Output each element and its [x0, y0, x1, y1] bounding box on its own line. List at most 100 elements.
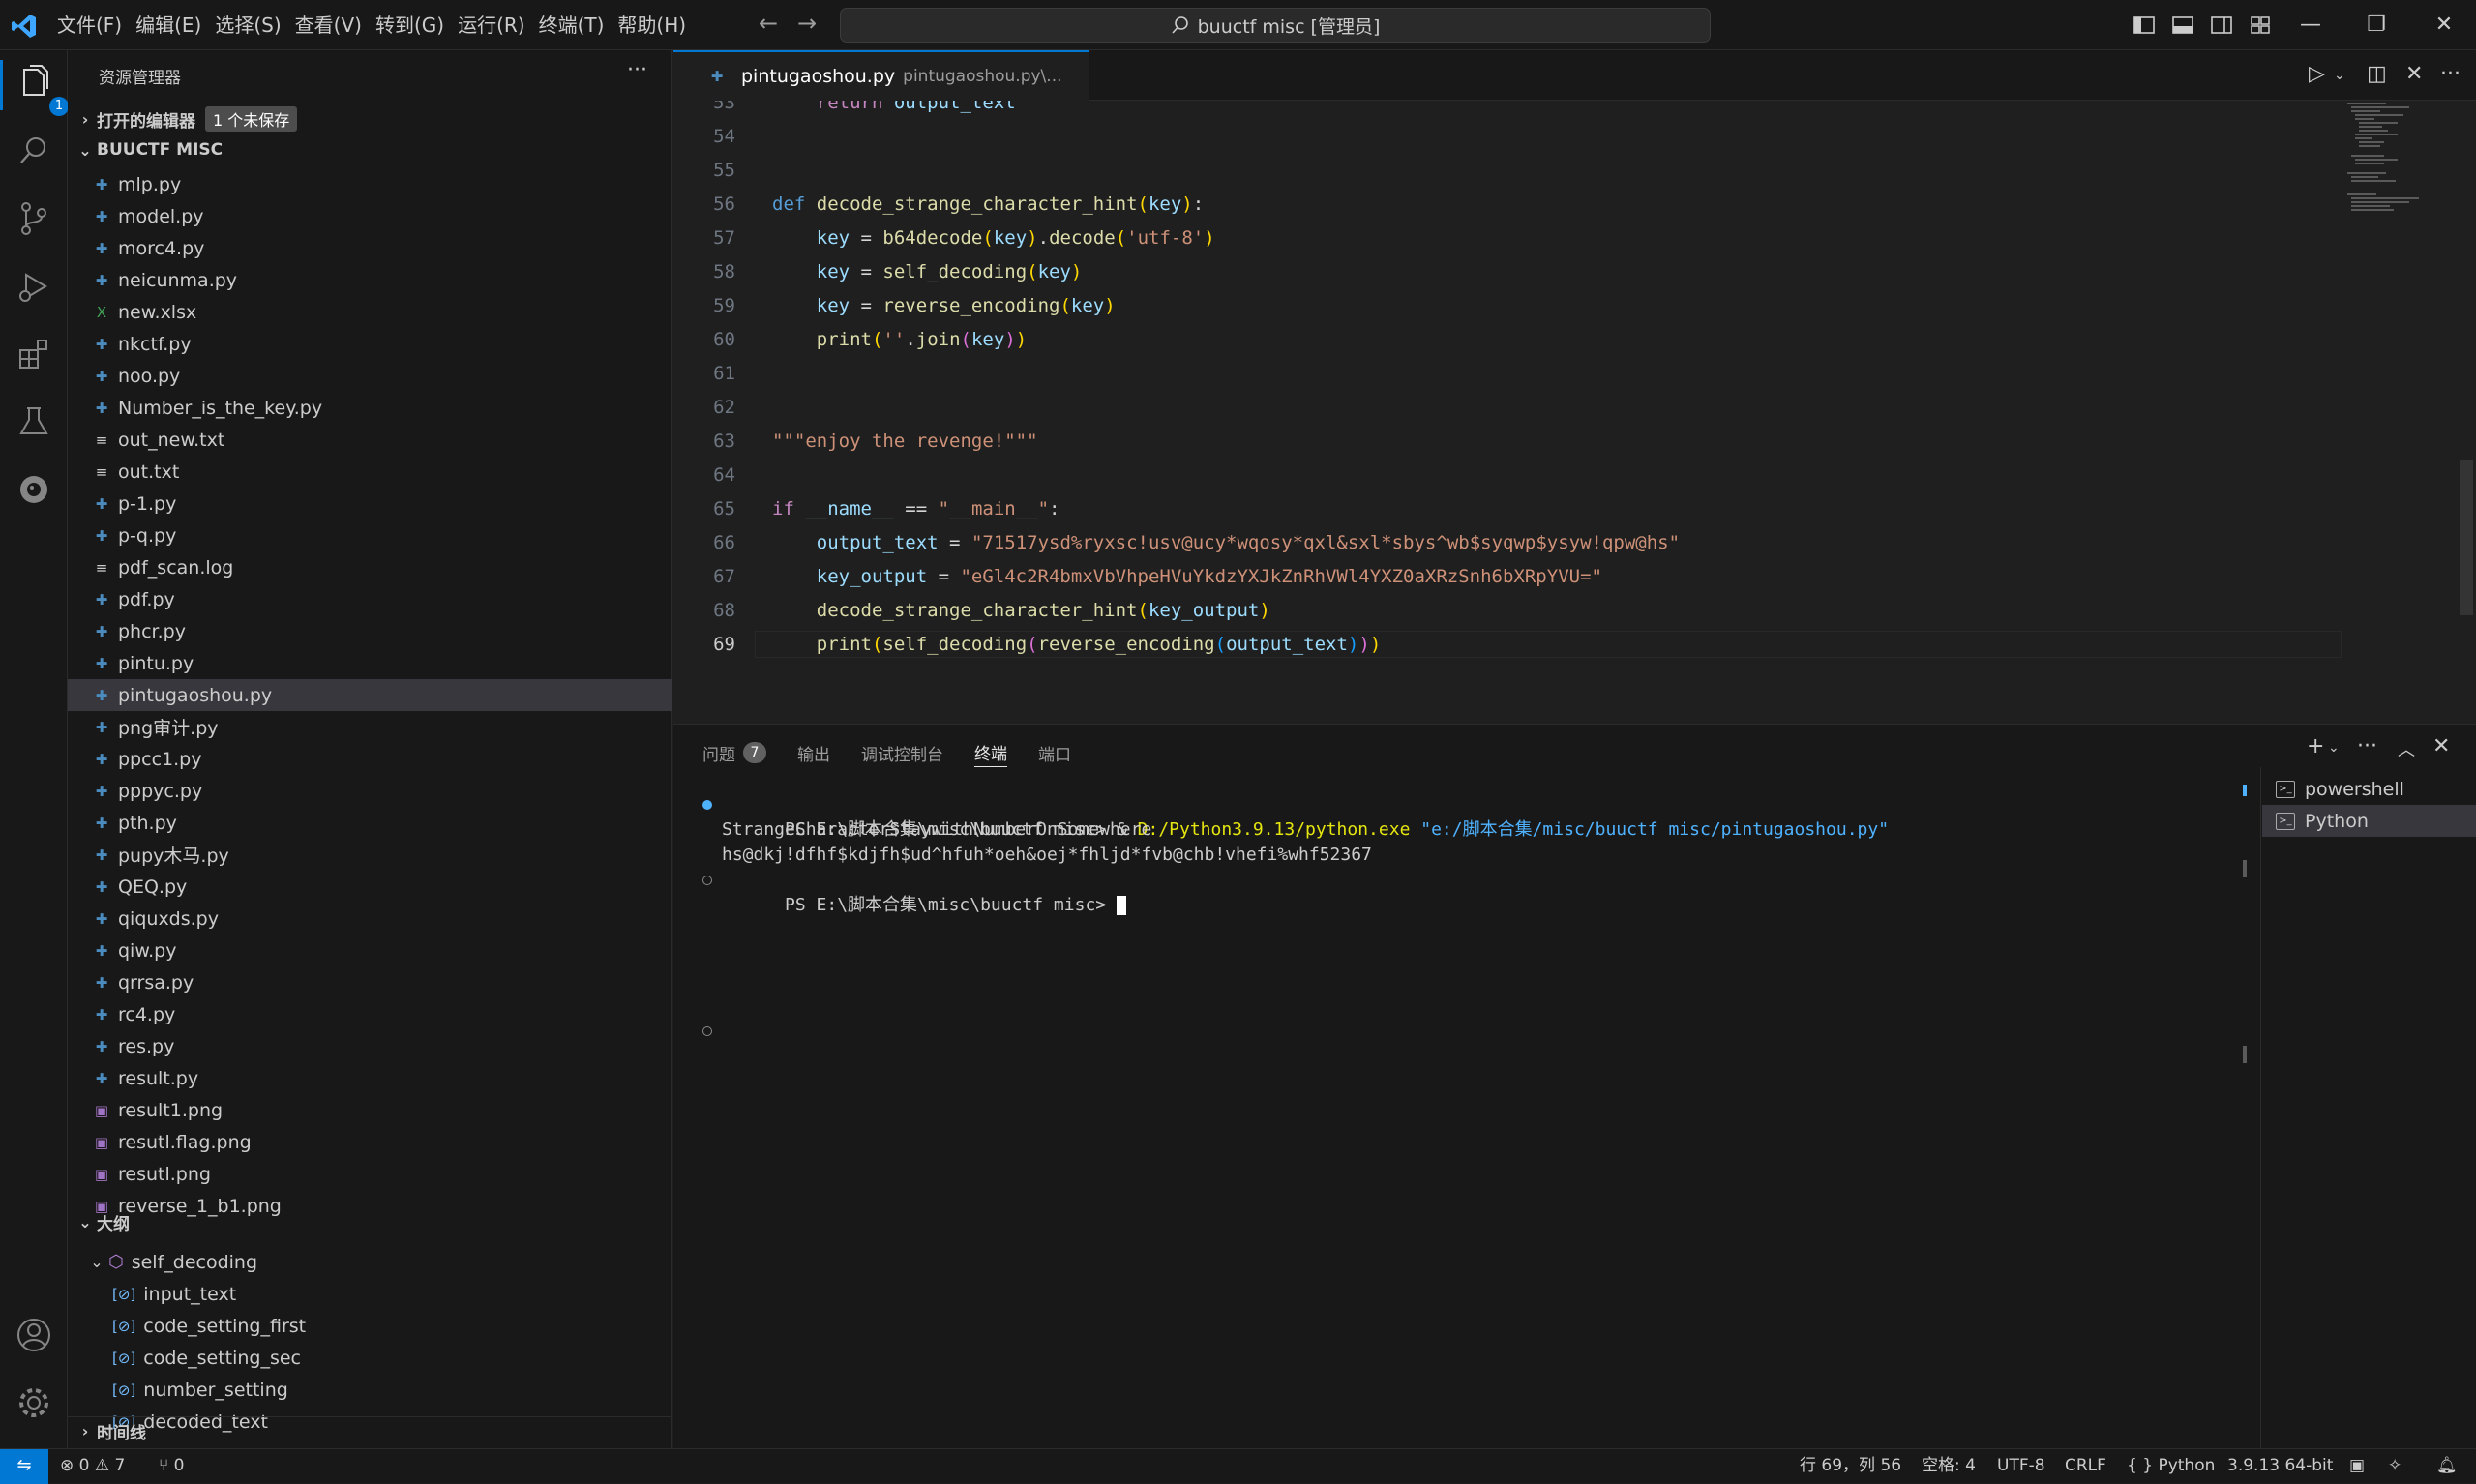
- menu-terminal[interactable]: 终端(T): [532, 9, 612, 42]
- source-control-icon[interactable]: [13, 197, 55, 240]
- file-item[interactable]: ✚ Number_is_the_key.py: [68, 392, 672, 424]
- close-tab-icon[interactable]: ✕: [2405, 62, 2423, 86]
- file-item[interactable]: ✚ pth.py: [68, 807, 672, 839]
- split-editor-icon[interactable]: ◫: [2367, 62, 2387, 86]
- file-item[interactable]: ✚ pintu.py: [68, 647, 672, 679]
- file-item[interactable]: ✚ pdf.py: [68, 583, 672, 615]
- file-item[interactable]: ✚ neicunma.py: [68, 264, 672, 296]
- testing-icon[interactable]: [13, 401, 55, 443]
- run-dropdown-chevron-icon[interactable]: ⌄: [2334, 68, 2345, 83]
- folder-section-header[interactable]: ⌄ BUUCTF MISC: [68, 135, 672, 164]
- remote-indicator-icon[interactable]: ⇋: [0, 1449, 48, 1484]
- file-item[interactable]: ✚ QEQ.py: [68, 871, 672, 903]
- toggle-secondary-sidebar-icon[interactable]: [2208, 12, 2235, 39]
- feedback-icon[interactable]: ✧: [2388, 1449, 2401, 1484]
- minimize-button[interactable]: —: [2291, 8, 2330, 43]
- file-item[interactable]: Xnew.xlsx: [68, 296, 672, 328]
- panel-more-actions-icon[interactable]: ···: [2357, 734, 2377, 758]
- tab-problems[interactable]: 问题 7: [702, 738, 766, 767]
- line-ending[interactable]: CRLF: [2065, 1449, 2106, 1484]
- menu-view[interactable]: 查看(V): [288, 9, 369, 42]
- file-item[interactable]: ✚ res.py: [68, 1030, 672, 1062]
- outline-section-header[interactable]: ⌄ 大纲: [68, 1207, 672, 1236]
- settings-gear-icon[interactable]: [13, 1381, 55, 1424]
- new-terminal-icon[interactable]: +: [2307, 734, 2324, 758]
- toggle-panel-icon[interactable]: [2169, 12, 2196, 39]
- file-item[interactable]: ✚ pupy木马.py: [68, 839, 672, 871]
- search-icon[interactable]: [13, 130, 55, 172]
- explorer-icon[interactable]: 1: [13, 62, 69, 116]
- menu-help[interactable]: 帮助(H): [611, 9, 693, 42]
- code-editor[interactable]: 53 return output_text 54 55 56 def decode_st…: [673, 101, 2476, 724]
- timeline-section-header[interactable]: › 时间线: [68, 1416, 672, 1445]
- menu-edit[interactable]: 编辑(E): [129, 9, 208, 42]
- file-item[interactable]: ✚ result.py: [68, 1062, 672, 1094]
- editor-tab-active[interactable]: ✚ pintugaoshou.py pintugaoshou.py\...: [673, 50, 1089, 101]
- remote-explorer-icon[interactable]: [13, 468, 55, 511]
- extensions-icon[interactable]: [13, 333, 55, 375]
- file-item[interactable]: ≡ pdf_scan.log: [68, 551, 672, 583]
- close-window-button[interactable]: ✕: [2425, 8, 2463, 43]
- python-interpreter[interactable]: 3.9.13 64-bit: [2227, 1449, 2333, 1484]
- file-item[interactable]: ✚ phcr.py: [68, 615, 672, 647]
- file-item[interactable]: ✚ p-1.py: [68, 488, 672, 519]
- file-item[interactable]: ✚ pintugaoshou.py: [68, 679, 672, 711]
- problems-status[interactable]: ⊗ 0 ⚠ 7: [60, 1449, 125, 1484]
- file-item[interactable]: ✚ p-q.py: [68, 519, 672, 551]
- run-file-icon[interactable]: ▷: [2309, 62, 2325, 86]
- account-icon[interactable]: [13, 1314, 55, 1356]
- editor-scrollbar[interactable]: [2460, 460, 2473, 615]
- editor-more-actions-icon[interactable]: ···: [2440, 62, 2461, 86]
- outline-item[interactable]: [⊘] code_setting_sec: [68, 1342, 672, 1374]
- notifications-bell-icon[interactable]: 🔔︎: [2436, 1449, 2458, 1484]
- terminal-session-powershell[interactable]: >_ powershell: [2262, 773, 2476, 805]
- forward-arrow-icon[interactable]: →: [797, 10, 817, 37]
- open-editors-section[interactable]: › 打开的编辑器 1 个未保存: [68, 104, 672, 134]
- terminal-dropdown-chevron-icon[interactable]: ⌄: [2328, 740, 2340, 756]
- file-item[interactable]: ✚ qiquxds.py: [68, 903, 672, 935]
- cursor-position[interactable]: 行 69，列 56: [1800, 1449, 1901, 1484]
- language-mode[interactable]: { } Python: [2127, 1449, 2215, 1484]
- terminal-output[interactable]: PS E:\脚本合集\misc\buuctf misc> & D:/Python…: [702, 792, 2328, 1431]
- file-item[interactable]: ≡ out_new.txt: [68, 424, 672, 456]
- command-center-search[interactable]: buuctf misc [管理员]: [840, 8, 1711, 43]
- customize-layout-icon[interactable]: [2247, 12, 2274, 39]
- file-item[interactable]: ✚ nkctf.py: [68, 328, 672, 360]
- tab-debug-console[interactable]: 调试控制台: [861, 738, 943, 767]
- terminal-session-python[interactable]: >_ Python: [2262, 805, 2476, 837]
- file-item[interactable]: ✚ noo.py: [68, 360, 672, 392]
- outline-item[interactable]: ⌄ ⬡ self_decoding: [68, 1246, 672, 1278]
- more-actions-icon[interactable]: ···: [627, 58, 647, 82]
- maximize-panel-icon[interactable]: ︿: [2398, 736, 2415, 761]
- outline-item[interactable]: [⊘] number_setting: [68, 1374, 672, 1406]
- tab-terminal[interactable]: 终端: [974, 738, 1007, 767]
- file-item[interactable]: ▣ resutl.flag.png: [68, 1126, 672, 1158]
- menu-go[interactable]: 转到(G): [369, 9, 451, 42]
- indentation[interactable]: 空格: 4: [1922, 1449, 1976, 1484]
- close-panel-icon[interactable]: ✕: [2432, 734, 2450, 758]
- tab-ports[interactable]: 端口: [1038, 738, 1071, 767]
- file-item[interactable]: ✚ ppcc1.py: [68, 743, 672, 775]
- file-item[interactable]: ▣ resutl.png: [68, 1158, 672, 1190]
- menu-file[interactable]: 文件(F): [50, 9, 129, 42]
- outline-item[interactable]: [⊘] code_setting_first: [68, 1310, 672, 1342]
- outline-item[interactable]: [⊘] input_text: [68, 1278, 672, 1310]
- encoding[interactable]: UTF-8: [1997, 1449, 2045, 1484]
- copilot-icon[interactable]: ▣: [2349, 1449, 2365, 1484]
- menu-run[interactable]: 运行(R): [451, 9, 532, 42]
- tab-output[interactable]: 输出: [797, 738, 830, 767]
- back-arrow-icon[interactable]: ←: [759, 10, 778, 37]
- file-item[interactable]: ▣ result1.png: [68, 1094, 672, 1126]
- file-item[interactable]: ✚ rc4.py: [68, 998, 672, 1030]
- file-item[interactable]: ✚ png审计.py: [68, 711, 672, 743]
- file-item[interactable]: ✚ qrrsa.py: [68, 966, 672, 998]
- menu-selection[interactable]: 选择(S): [208, 9, 287, 42]
- file-item[interactable]: ✚ morc4.py: [68, 232, 672, 264]
- restore-button[interactable]: ❐: [2357, 8, 2396, 43]
- file-item[interactable]: ✚ mlp.py: [68, 168, 672, 200]
- ports-status[interactable]: ⑂ 0: [159, 1449, 184, 1484]
- file-item[interactable]: ≡ out.txt: [68, 456, 672, 488]
- file-item[interactable]: ✚ pppyc.py: [68, 775, 672, 807]
- run-debug-icon[interactable]: [13, 265, 55, 308]
- toggle-primary-sidebar-icon[interactable]: [2131, 12, 2158, 39]
